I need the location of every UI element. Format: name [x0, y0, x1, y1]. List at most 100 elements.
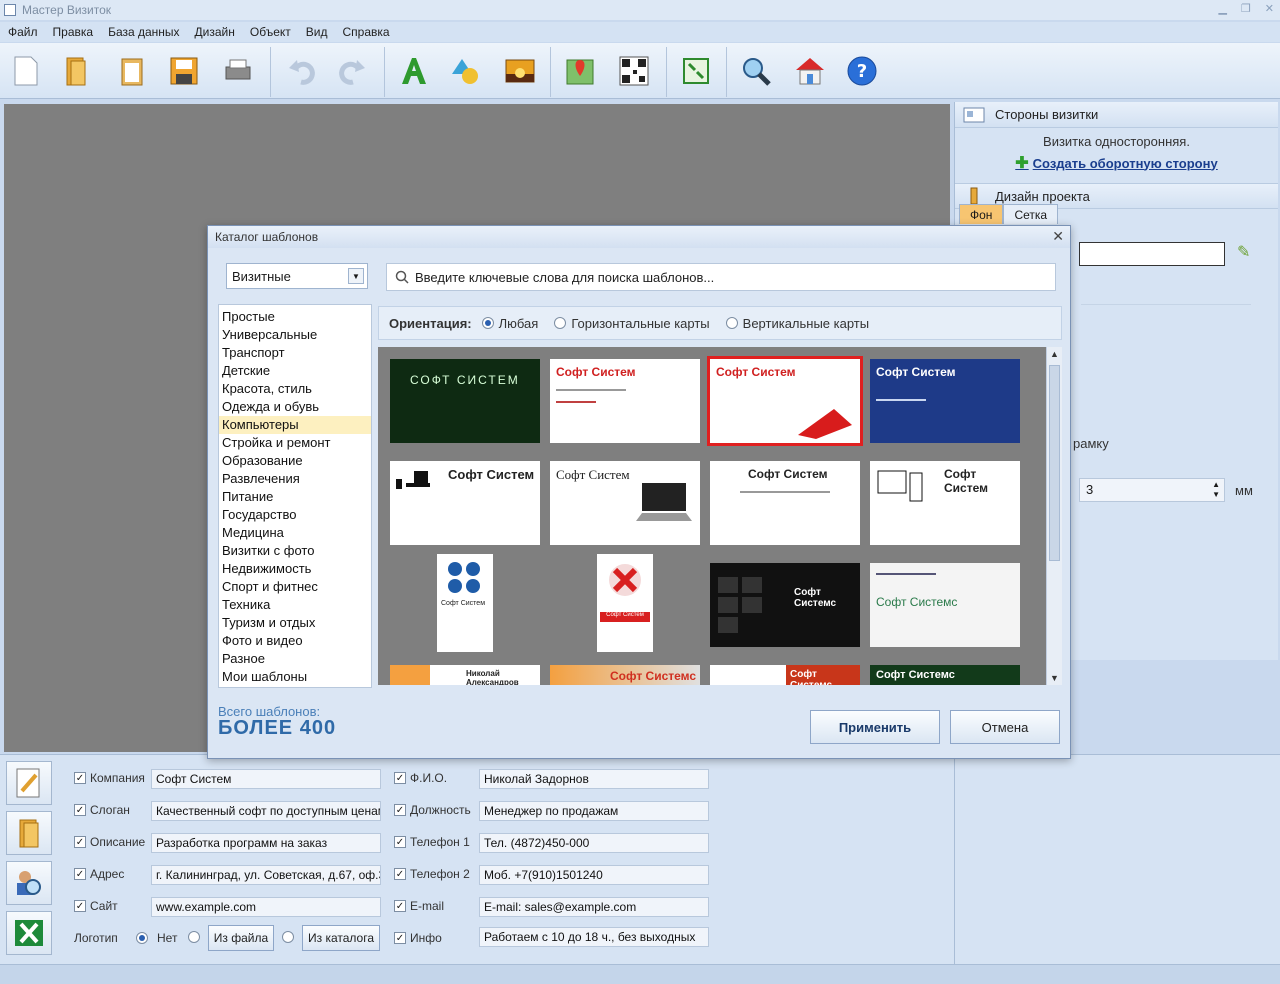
save-icon[interactable]: [166, 53, 202, 89]
template-card[interactable]: Софт Системс: [550, 665, 700, 685]
database-button[interactable]: [6, 811, 52, 855]
slogan-label[interactable]: ✓ Слоган: [74, 803, 130, 817]
template-card-vertical[interactable]: Софт Систем: [437, 554, 493, 652]
template-card[interactable]: СОФТ СИСТЕМ: [390, 359, 540, 443]
orientation-horizontal[interactable]: Горизонтальные карты: [554, 316, 710, 331]
info-label[interactable]: ✓ Инфо: [394, 931, 442, 945]
maximize-button[interactable]: ❐: [1241, 2, 1251, 15]
minimize-button[interactable]: ▁: [1218, 2, 1226, 15]
create-back-side-link[interactable]: ✚ Создать оборотную сторону: [955, 153, 1278, 173]
address-input[interactable]: г. Калининград, ул. Советская, д.67, оф.…: [151, 865, 381, 885]
email-label[interactable]: ✓ E-mail: [394, 899, 444, 913]
category-item[interactable]: Простые: [219, 308, 371, 326]
email-checkbox[interactable]: ✓: [394, 900, 406, 912]
template-card[interactable]: Софт Систем: [550, 461, 700, 545]
menu-edit[interactable]: Правка: [53, 25, 94, 39]
phone2-checkbox[interactable]: ✓: [394, 868, 406, 880]
address-checkbox[interactable]: ✓: [74, 868, 86, 880]
phone1-input[interactable]: Тел. (4872)450-000: [479, 833, 709, 853]
template-card[interactable]: Софт Систем: [710, 461, 860, 545]
position-label[interactable]: ✓ Должность: [394, 803, 471, 817]
site-label[interactable]: ✓ Сайт: [74, 899, 118, 913]
orientation-vertical-radio[interactable]: [725, 317, 738, 329]
menu-help[interactable]: Справка: [342, 25, 389, 39]
menu-view[interactable]: Вид: [306, 25, 328, 39]
orientation-horizontal-radio[interactable]: [554, 317, 567, 329]
gallery-scrollbar[interactable]: ▲ ▼: [1046, 347, 1062, 685]
site-checkbox[interactable]: ✓: [74, 900, 86, 912]
chevron-down-icon[interactable]: ▼: [348, 268, 364, 284]
category-item[interactable]: Образование: [219, 452, 371, 470]
category-item[interactable]: Питание: [219, 488, 371, 506]
template-type-select[interactable]: Визитные ▼: [226, 263, 368, 289]
logo-catalog-radio[interactable]: [282, 931, 294, 943]
scroll-down-icon[interactable]: ▼: [1050, 673, 1059, 683]
redo-icon[interactable]: [334, 53, 370, 89]
category-item[interactable]: Техника: [219, 596, 371, 614]
menu-database[interactable]: База данных: [108, 25, 179, 39]
menu-object[interactable]: Объект: [250, 25, 291, 39]
category-item[interactable]: Детские: [219, 362, 371, 380]
template-search-input[interactable]: Введите ключевые слова для поиска шаблон…: [386, 263, 1056, 291]
logo-catalog-option[interactable]: [282, 931, 299, 943]
logo-none-radio[interactable]: [136, 932, 148, 944]
logo-file-radio[interactable]: [188, 931, 200, 943]
cancel-button[interactable]: Отмена: [950, 710, 1060, 744]
logo-none-option[interactable]: Нет: [136, 931, 177, 945]
position-checkbox[interactable]: ✓: [394, 804, 406, 816]
slogan-input[interactable]: Качественный софт по доступным ценам: [151, 801, 381, 821]
company-input[interactable]: Софт Систем: [151, 769, 381, 789]
shapes-tool-icon[interactable]: [448, 53, 484, 89]
fio-input[interactable]: Николай Задорнов: [479, 769, 709, 789]
template-card[interactable]: Софт Систем: [870, 461, 1020, 545]
menu-design[interactable]: Дизайн: [195, 25, 235, 39]
info-input[interactable]: Работаем с 10 до 18 ч., без выходных: [479, 927, 709, 947]
scrollbar-thumb[interactable]: [1049, 365, 1060, 561]
phone1-checkbox[interactable]: ✓: [394, 836, 406, 848]
open-folder-icon[interactable]: [58, 53, 94, 89]
category-item[interactable]: Визитки с фото: [219, 542, 371, 560]
map-icon[interactable]: [562, 53, 598, 89]
position-input[interactable]: Менеджер по продажам: [479, 801, 709, 821]
image-tool-icon[interactable]: [502, 53, 538, 89]
orientation-any[interactable]: Любая: [481, 316, 538, 331]
category-item[interactable]: Туризм и отдых: [219, 614, 371, 632]
template-card[interactable]: Софт Систем: [870, 359, 1020, 443]
card-sides-header[interactable]: Стороны визитки: [955, 102, 1278, 128]
company-label[interactable]: ✓ Компания: [74, 771, 145, 785]
description-input[interactable]: Разработка программ на заказ: [151, 833, 381, 853]
template-card[interactable]: Николай Александров: [390, 665, 540, 685]
new-file-icon[interactable]: [8, 53, 44, 89]
dialog-close-icon[interactable]: ✕: [1052, 228, 1064, 245]
category-item[interactable]: Мои шаблоны: [219, 668, 371, 686]
edit-fields-button[interactable]: [6, 761, 52, 805]
scroll-up-icon[interactable]: ▲: [1050, 349, 1059, 359]
company-checkbox[interactable]: ✓: [74, 772, 86, 784]
tab-background[interactable]: Фон: [959, 204, 1004, 224]
category-item[interactable]: Медицина: [219, 524, 371, 542]
email-input[interactable]: E-mail: sales@example.com: [479, 897, 709, 917]
template-card[interactable]: Софт Систем: [390, 461, 540, 545]
spin-arrows-icon[interactable]: ▲ ▼: [1212, 480, 1220, 500]
template-card-selected[interactable]: Софт Систем: [707, 356, 863, 446]
category-list[interactable]: Простые Универсальные Транспорт Детские …: [218, 304, 372, 688]
excel-import-button[interactable]: [6, 911, 52, 955]
qr-code-icon[interactable]: [616, 53, 652, 89]
template-gallery[interactable]: СОФТ СИСТЕМ Софт Систем Софт Систем Софт…: [378, 347, 1062, 685]
template-card[interactable]: Софт Системс: [710, 665, 860, 685]
undo-icon[interactable]: [284, 53, 320, 89]
category-item[interactable]: Транспорт: [219, 344, 371, 362]
clipboard-icon[interactable]: [114, 53, 150, 89]
category-item[interactable]: Спорт и фитнес: [219, 578, 371, 596]
contacts-search-button[interactable]: [6, 861, 52, 905]
address-label[interactable]: ✓ Адрес: [74, 867, 124, 881]
home-icon[interactable]: [792, 53, 828, 89]
category-item[interactable]: Недвижимость: [219, 560, 371, 578]
phone1-label[interactable]: ✓ Телефон 1: [394, 835, 470, 849]
close-window-button[interactable]: ✕: [1265, 2, 1274, 15]
eyedropper-icon[interactable]: ✎: [1237, 242, 1250, 262]
search-icon[interactable]: [738, 53, 774, 89]
description-checkbox[interactable]: ✓: [74, 836, 86, 848]
category-item[interactable]: Стройка и ремонт: [219, 434, 371, 452]
slogan-checkbox[interactable]: ✓: [74, 804, 86, 816]
